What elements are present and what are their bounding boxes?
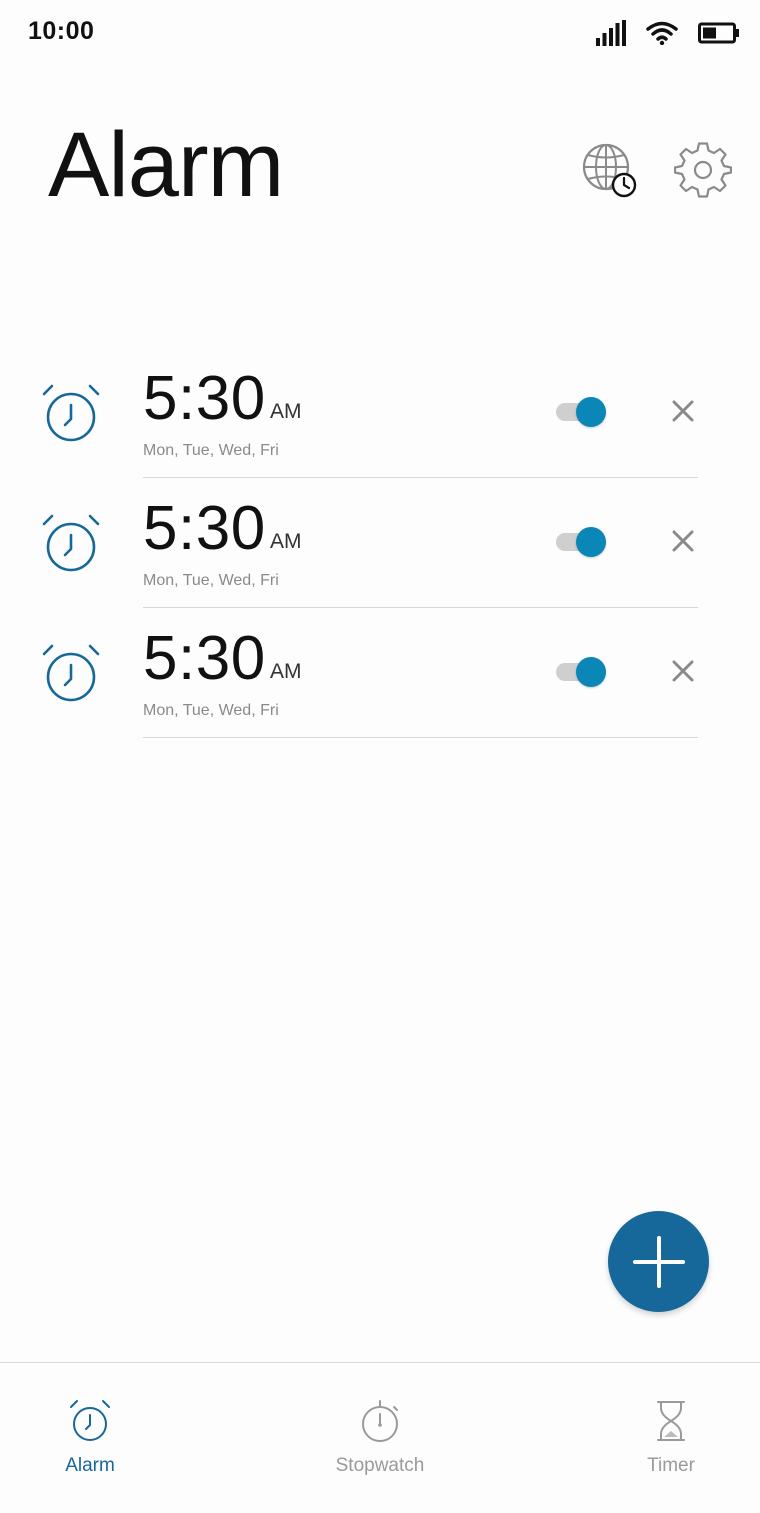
settings-gear-icon bbox=[674, 142, 732, 198]
alarm-row[interactable]: 5:30 AM Mon, Tue, Wed, Fri bbox=[0, 608, 760, 738]
alarm-clock-icon bbox=[42, 384, 100, 442]
alarm-toggle[interactable] bbox=[556, 656, 608, 688]
alarm-clock-icon bbox=[42, 514, 100, 572]
status-time: 10:00 bbox=[28, 17, 95, 45]
alarm-screen: 10:00 Alarm 5:30 AM Mon, Tue, Wed, Fri 5… bbox=[0, 0, 760, 1513]
alarm-row[interactable]: 5:30 AM Mon, Tue, Wed, Fri bbox=[0, 478, 760, 608]
world-clock-button[interactable] bbox=[579, 140, 639, 200]
alarm-days: Mon, Tue, Wed, Fri bbox=[143, 572, 279, 589]
close-icon bbox=[672, 400, 694, 422]
nav-tab-stopwatch[interactable]: Stopwatch bbox=[290, 1399, 470, 1477]
add-alarm-button[interactable] bbox=[608, 1211, 709, 1312]
wifi-icon bbox=[646, 21, 678, 45]
hourglass-icon bbox=[657, 1401, 685, 1441]
world-clock-icon bbox=[582, 143, 637, 198]
alarm-days: Mon, Tue, Wed, Fri bbox=[143, 442, 279, 459]
alarm-ampm: AM bbox=[270, 660, 302, 683]
status-bar: 10:00 bbox=[0, 0, 760, 66]
nav-label-alarm: Alarm bbox=[65, 1455, 115, 1476]
alarm-time: 5:30 bbox=[143, 624, 266, 693]
alarm-ampm: AM bbox=[270, 530, 302, 553]
delete-alarm-button[interactable] bbox=[666, 394, 700, 428]
alarm-clock-icon bbox=[42, 644, 100, 702]
close-icon bbox=[672, 530, 694, 552]
alarm-toggle[interactable] bbox=[556, 396, 608, 428]
alarm-list: 5:30 AM Mon, Tue, Wed, Fri 5:30 AM Mon, … bbox=[0, 348, 760, 738]
alarm-clock-icon bbox=[70, 1400, 110, 1441]
alarm-days: Mon, Tue, Wed, Fri bbox=[143, 702, 279, 719]
nav-label-stopwatch: Stopwatch bbox=[335, 1455, 425, 1476]
close-icon bbox=[672, 660, 694, 682]
toggle-thumb bbox=[576, 657, 606, 687]
toggle-thumb bbox=[576, 527, 606, 557]
nav-tab-alarm[interactable]: Alarm bbox=[0, 1399, 180, 1477]
delete-alarm-button[interactable] bbox=[666, 524, 700, 558]
alarm-toggle[interactable] bbox=[556, 526, 608, 558]
alarm-ampm: AM bbox=[270, 400, 302, 423]
nav-label-timer: Timer bbox=[647, 1455, 695, 1476]
alarm-row[interactable]: 5:30 AM Mon, Tue, Wed, Fri bbox=[0, 348, 760, 478]
settings-button[interactable] bbox=[673, 140, 733, 200]
stopwatch-icon bbox=[362, 1400, 398, 1442]
status-icons bbox=[596, 20, 740, 46]
delete-alarm-button[interactable] bbox=[666, 654, 700, 688]
nav-tab-timer[interactable]: Timer bbox=[581, 1399, 760, 1477]
page-title: Alarm bbox=[48, 114, 284, 216]
battery-icon bbox=[698, 22, 739, 44]
signal-icon bbox=[596, 20, 626, 46]
divider bbox=[143, 737, 698, 738]
alarm-time: 5:30 bbox=[143, 494, 266, 563]
plus-icon bbox=[632, 1235, 685, 1288]
alarm-time: 5:30 bbox=[143, 364, 266, 433]
bottom-nav: Alarm Stopwatch Timer bbox=[0, 1362, 760, 1513]
toggle-thumb bbox=[576, 397, 606, 427]
